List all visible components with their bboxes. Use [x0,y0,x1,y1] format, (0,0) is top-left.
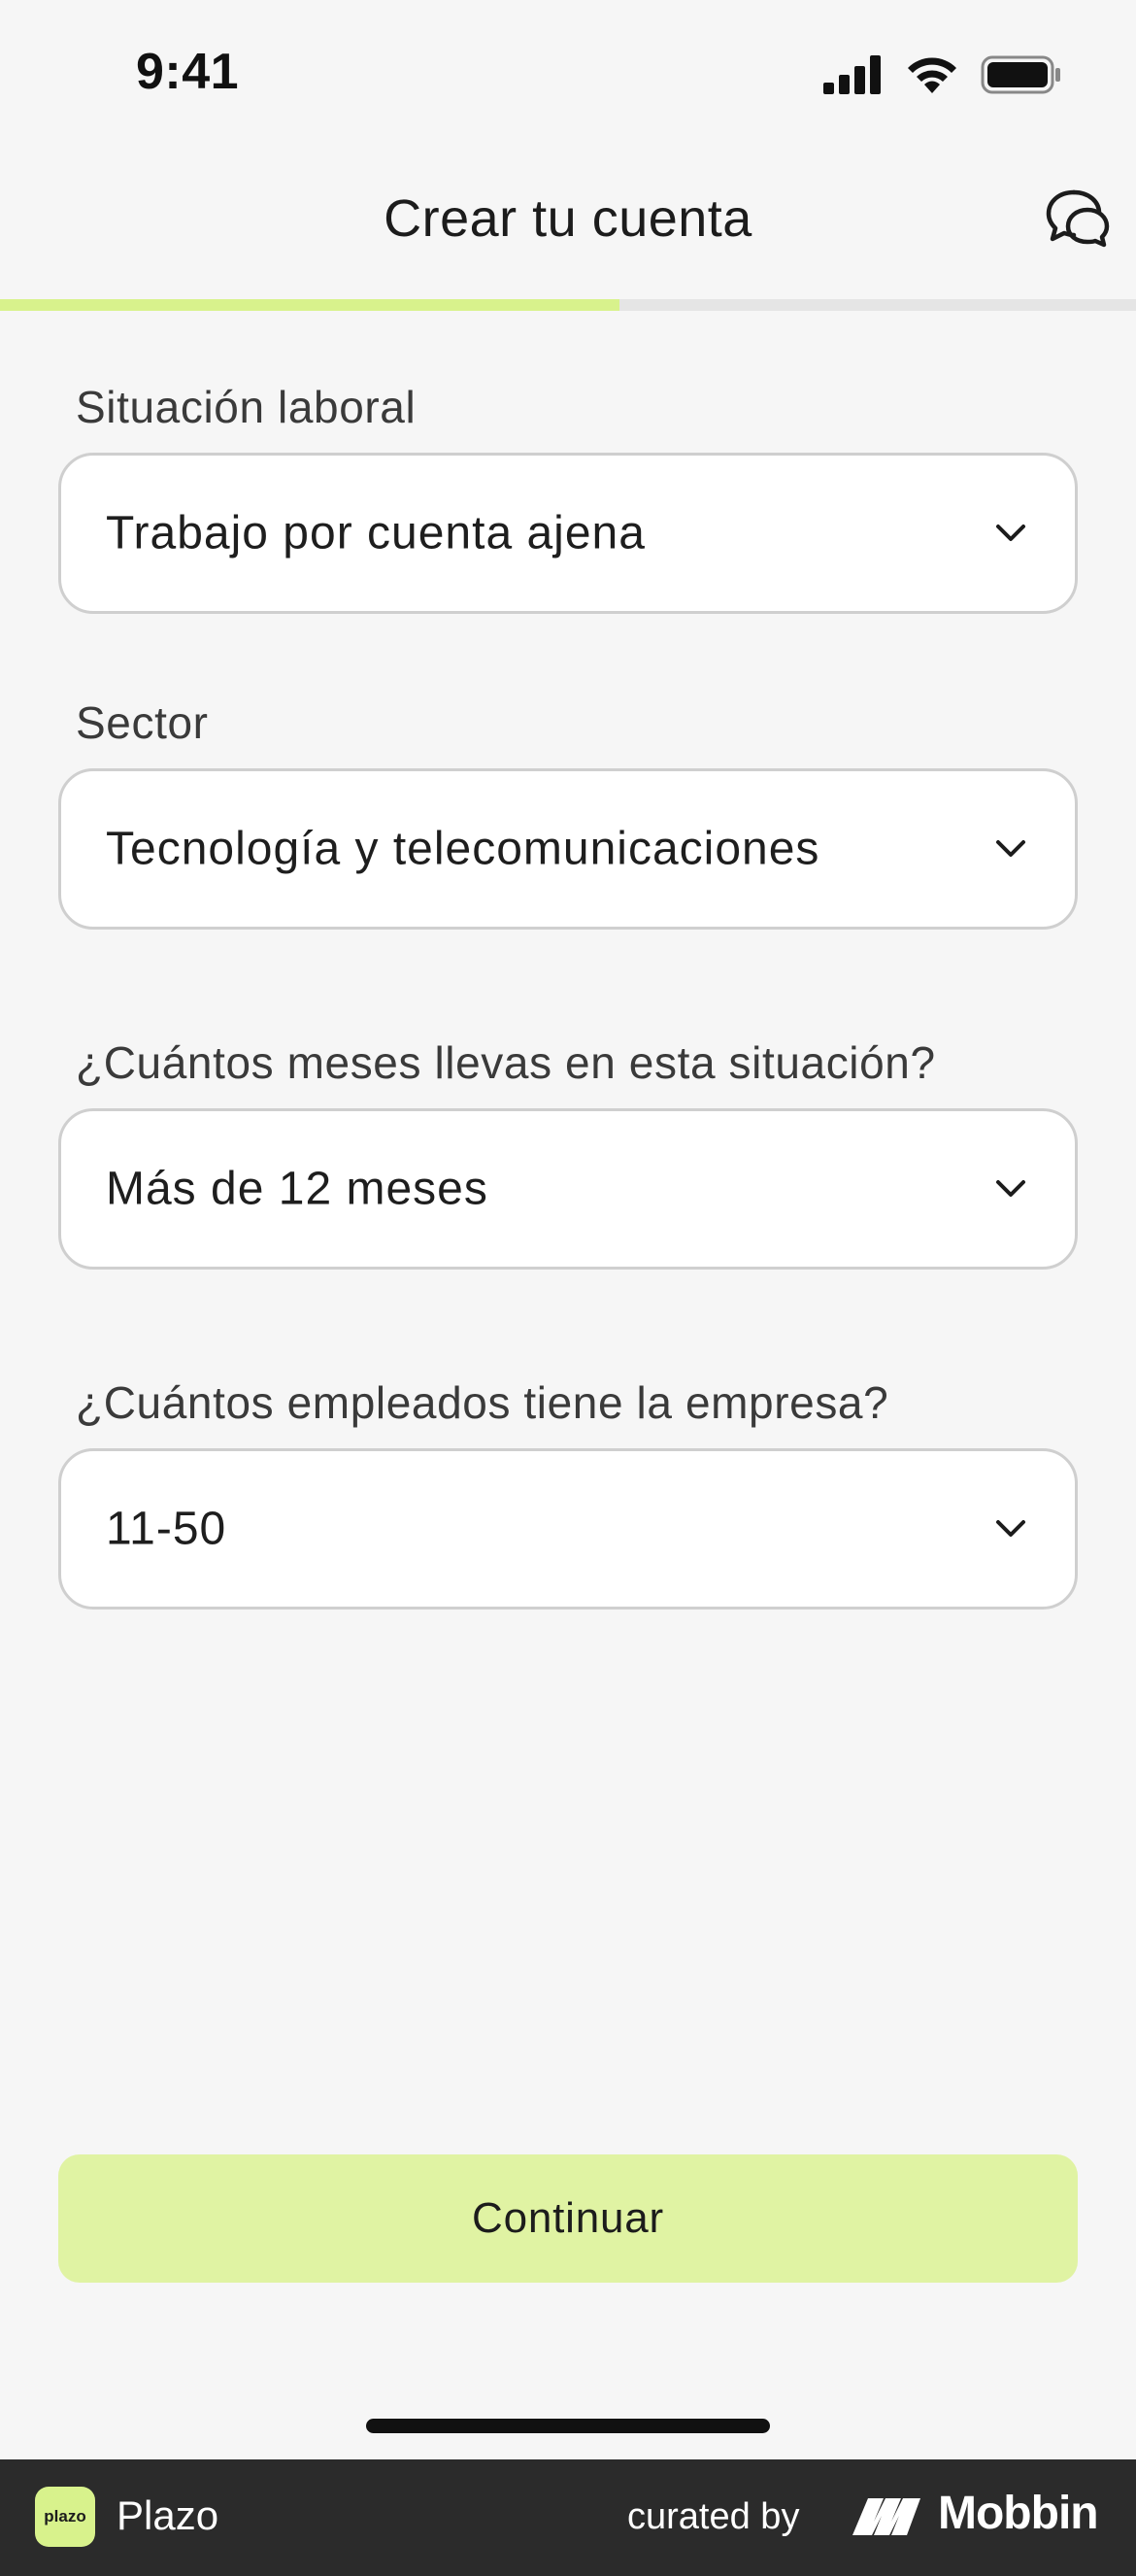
header: Crear tu cuenta [0,146,1136,297]
chat-button[interactable] [1045,186,1111,249]
status-time: 9:41 [136,44,240,100]
page-title: Crear tu cuenta [384,189,752,248]
app-name: Plazo [117,2492,219,2538]
sector-select[interactable]: Tecnología y telecomunicaciones [58,768,1078,930]
employment-status-value: Trabajo por cuenta ajena [106,507,646,559]
months-label: ¿Cuántos meses llevas en esta situación? [76,1037,936,1088]
wifi-icon [908,57,956,93]
employment-status-label: Situación laboral [76,382,417,432]
continue-button[interactable]: Continuar [58,2154,1078,2283]
mobbin-brand: Mobbin [938,2488,1099,2539]
sector-value: Tecnología y telecomunicaciones [106,823,820,875]
battery-icon [981,55,1060,94]
months-value: Más de 12 meses [106,1163,488,1215]
chevron-down-icon [996,525,1025,541]
curated-by-text: curated by [627,2496,800,2537]
chevron-down-icon [996,1180,1025,1197]
months-select[interactable]: Más de 12 meses [58,1108,1078,1270]
employees-value: 11-50 [106,1503,227,1555]
employees-label: ¿Cuántos empleados tiene la empresa? [76,1377,889,1428]
status-icons [823,52,1062,97]
chevron-down-icon [996,840,1025,857]
mobbin-logo-icon [852,2498,920,2535]
footer-bar: plazo Plazo curated by Mobbin [0,2459,1136,2576]
employment-status-select[interactable]: Trabajo por cuenta ajena [58,453,1078,614]
progress-fill [0,299,619,311]
home-indicator [366,2419,770,2433]
employees-select[interactable]: 11-50 [58,1448,1078,1610]
status-bar: 9:41 [0,0,1136,146]
chat-bubbles-icon [1046,189,1110,248]
chevron-down-icon [996,1520,1025,1537]
progress-track [0,299,1136,311]
cellular-signal-icon [823,55,881,94]
sector-label: Sector [76,697,209,748]
app-logo: plazo [35,2487,95,2547]
